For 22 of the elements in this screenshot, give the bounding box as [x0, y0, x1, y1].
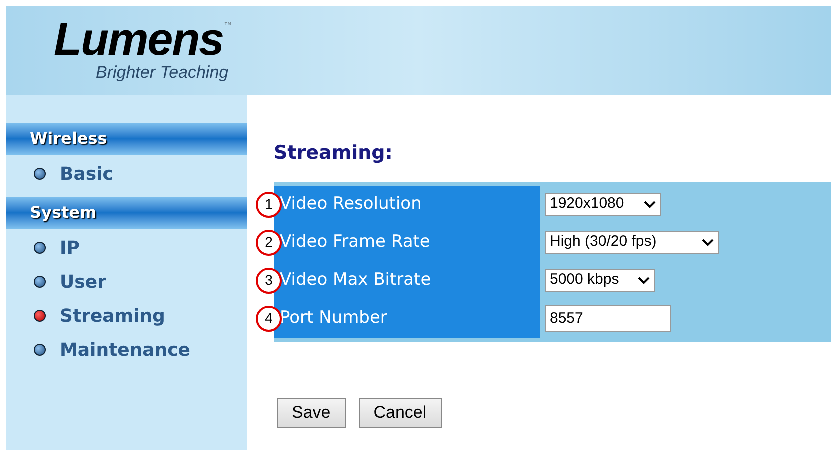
nav-link[interactable]: Streaming: [60, 302, 166, 330]
section-header: Wireless: [6, 123, 247, 155]
logo: Lumens: [54, 16, 224, 62]
callout-number: 4: [256, 306, 282, 332]
chevron-icon: [644, 200, 656, 208]
nav-link[interactable]: IP: [60, 234, 80, 262]
page-title: Streaming:: [274, 141, 394, 166]
dropdown[interactable]: 5000 kbps: [545, 269, 655, 292]
dropdown[interactable]: 1920x1080: [545, 193, 661, 216]
form-button[interactable]: Cancel: [358, 398, 442, 428]
nav-link[interactable]: User: [60, 268, 106, 296]
section-header: System: [6, 197, 247, 229]
input-field[interactable]: 8557: [545, 305, 671, 332]
nav-link[interactable]: Maintenance: [60, 336, 191, 364]
dropdown[interactable]: High (30/20 fps): [545, 231, 719, 254]
chevron-icon: [638, 276, 650, 284]
field-label: Port Number: [279, 306, 388, 330]
nav-link[interactable]: Basic: [60, 160, 114, 188]
chevron-icon: [702, 238, 714, 246]
tagline: Brighter Teaching: [96, 62, 230, 84]
trademark: ™: [223, 21, 234, 35]
form-button[interactable]: Save: [277, 398, 346, 428]
